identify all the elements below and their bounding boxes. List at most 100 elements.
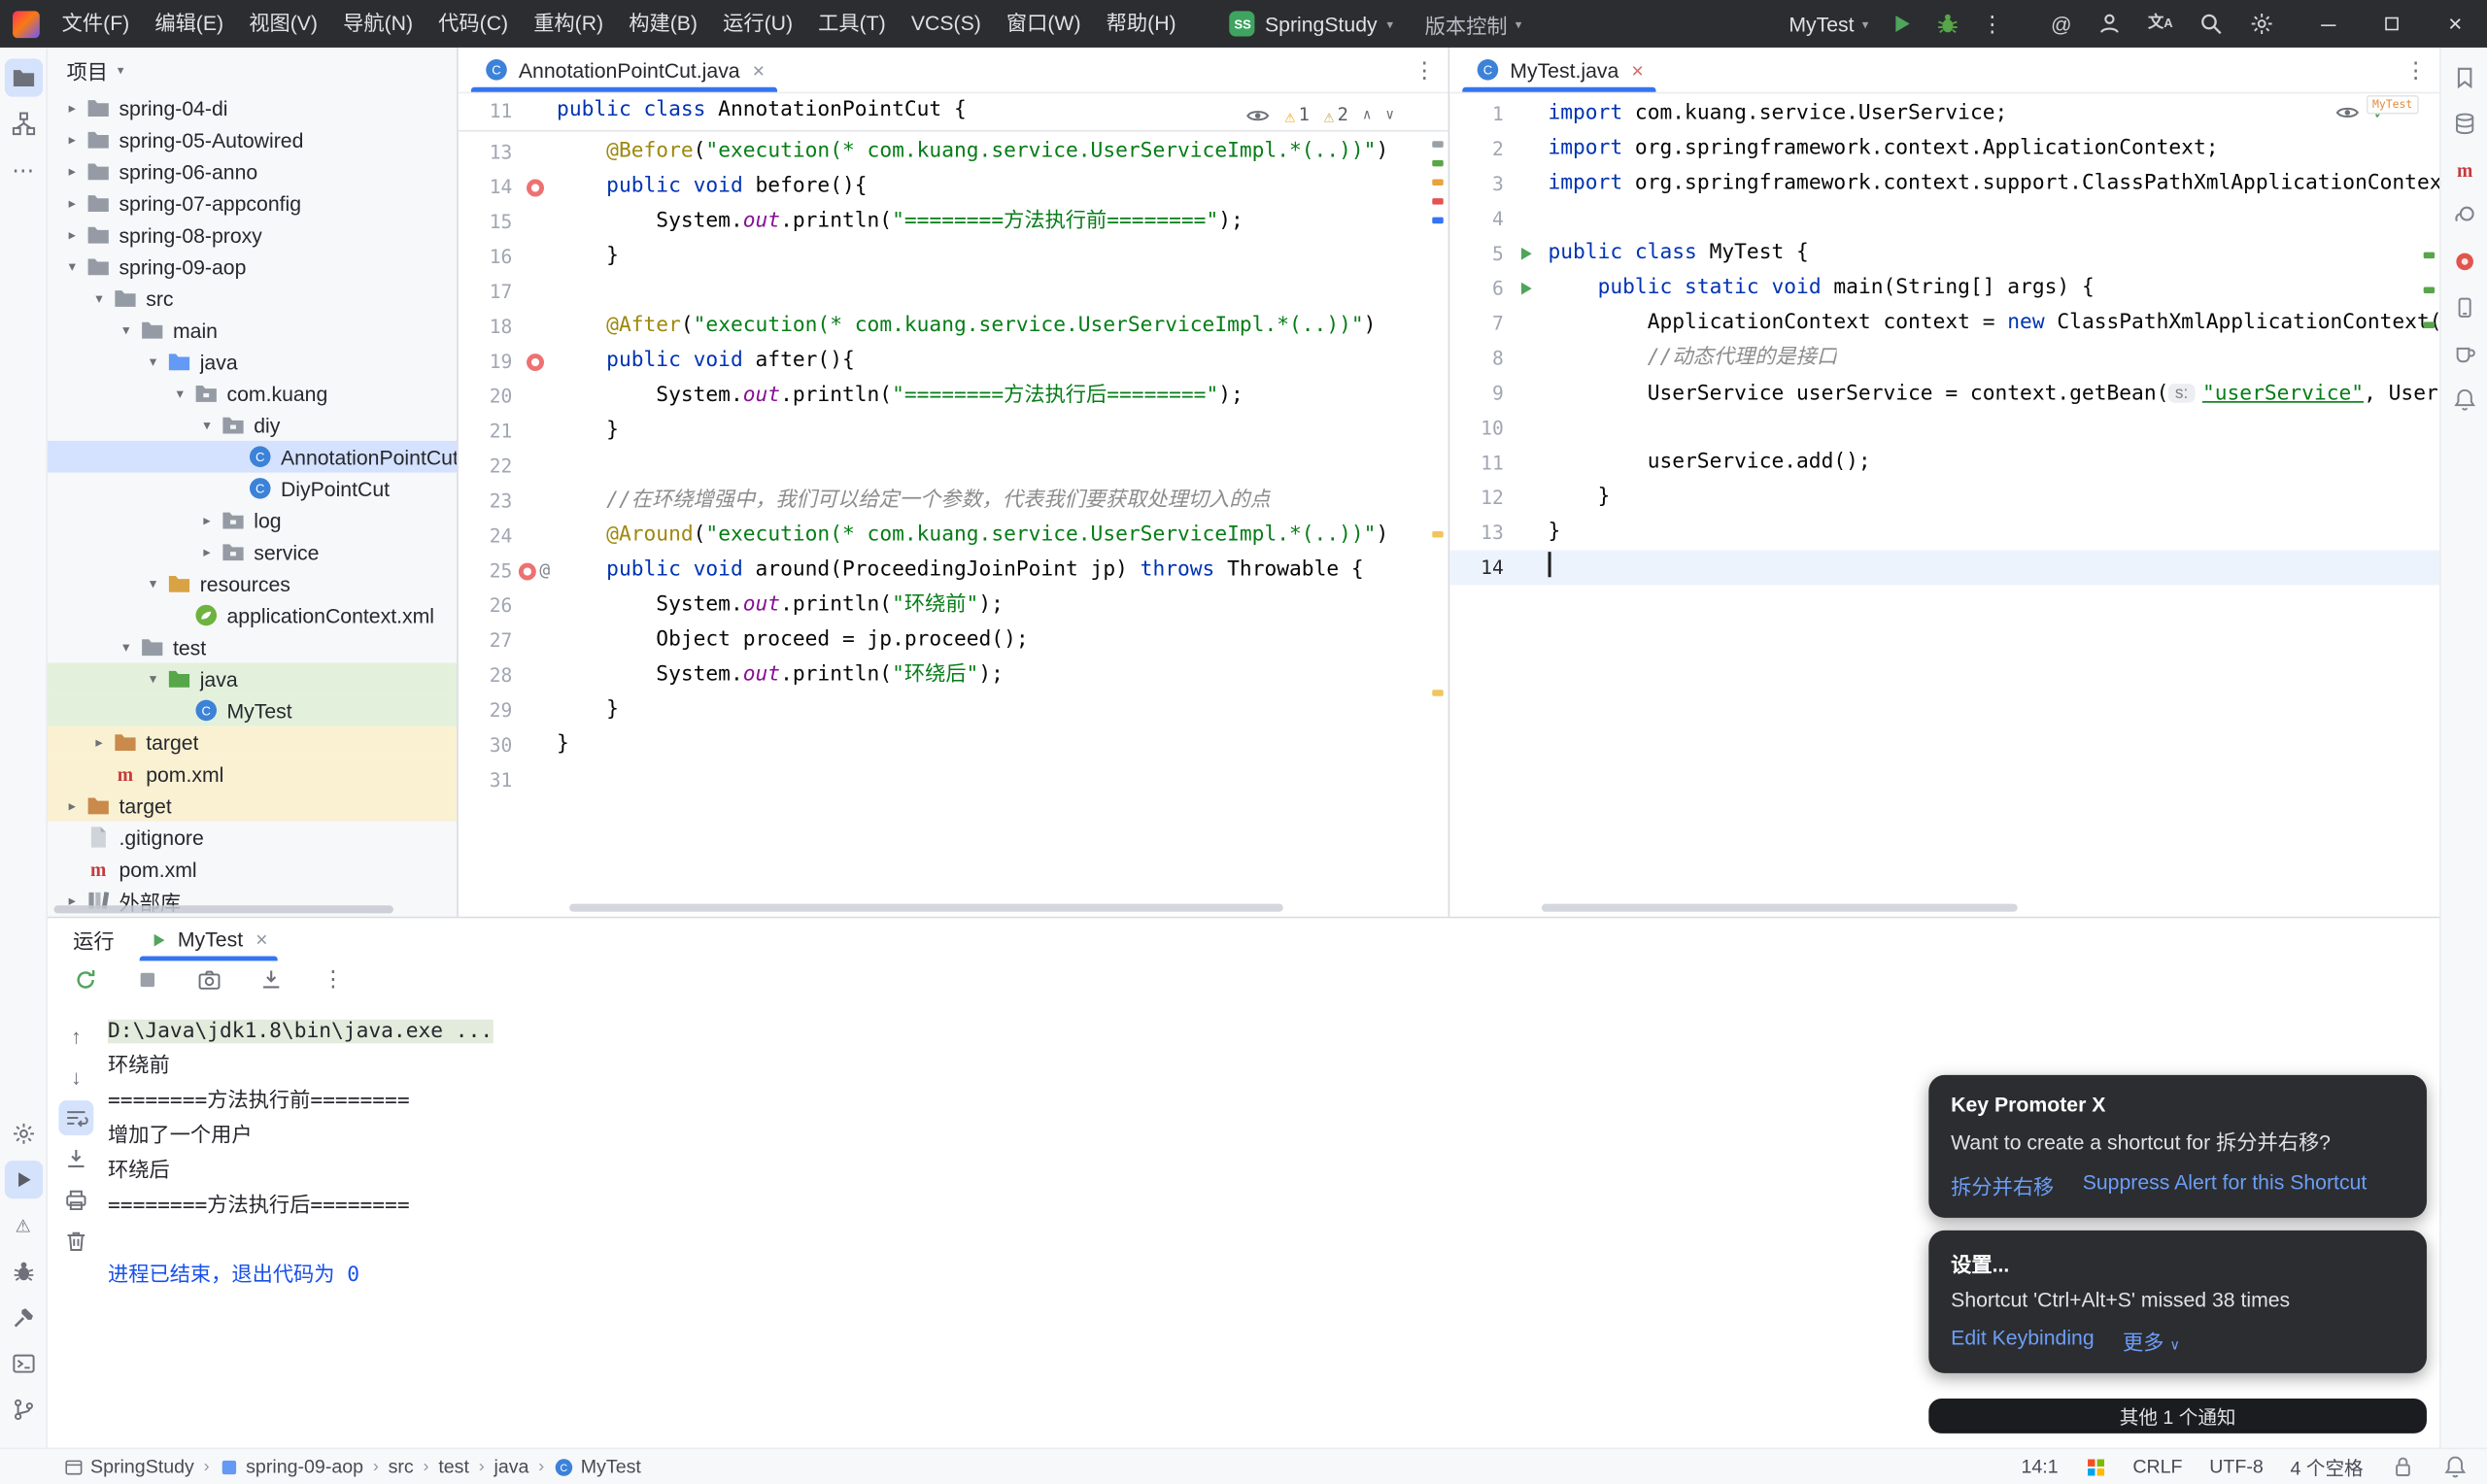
line-number[interactable]: 23 [459,484,513,519]
code-line[interactable]: 9 UserService userService = context.getB… [1449,376,2439,411]
close-button[interactable]: × [2424,0,2487,48]
tree-item[interactable]: applicationContext.xml [48,599,457,631]
line-number[interactable]: 5 [1449,236,1504,271]
code-line[interactable]: 16 } [459,240,1448,275]
debug-icon[interactable] [4,1253,42,1291]
line-number[interactable]: 6 [1449,271,1504,306]
tree-item[interactable]: ▾ java [48,346,457,378]
tab-mytest-java[interactable]: C MyTest.java × [1459,48,1659,92]
tree-item[interactable]: C MyTest [47,694,458,726]
run-line-icon[interactable] [1516,244,1536,263]
scroll-error-stripe[interactable] [2420,93,2437,916]
tree-item[interactable]: C DiyPointCut [48,473,457,505]
tree-item[interactable]: ▾ resources [48,567,457,599]
line-number[interactable]: 7 [1449,306,1504,341]
notifications-icon[interactable] [2445,381,2483,419]
code-line[interactable]: 3 import org.springframework.context.supp… [1449,166,2439,201]
code-line[interactable]: 23 //在环绕增强中，我们可以给定一个参数，代表我们要获取处理切入的点 [459,484,1448,519]
code-line[interactable]: 14 public void before(){ [459,170,1448,205]
horizontal-scrollbar[interactable] [569,903,1283,912]
notification-link[interactable]: Suppress Alert for this Shortcut [2083,1170,2368,1200]
inspections-widget[interactable]: ⚠ 1 ⚠ 2 ∧ ∨ [1245,98,1394,133]
aop-advice-icon[interactable] [526,178,544,196]
tree-item[interactable]: ▾ test [48,631,457,663]
code-line[interactable]: 6 public static void main(String[] args)… [1449,271,2439,306]
code-area[interactable]: 13 @Before("execution(* com.kuang.servic… [459,132,1448,917]
clear-icon[interactable] [58,1224,93,1259]
tree-item[interactable]: ▸ spring-04-di [48,92,457,124]
aop-advice-icon[interactable] [526,353,544,371]
terminal-icon[interactable] [4,1344,42,1382]
line-number[interactable]: 21 [459,414,513,449]
project-panel-header[interactable]: 项目 ▾ [48,48,457,92]
menu-item[interactable]: VCS(S) [899,0,994,48]
console-line[interactable]: D:\Java\jdk1.8\bin\java.exe ... [105,1015,2439,1050]
line-number[interactable]: 26 [459,589,513,624]
horizontal-scrollbar[interactable] [1541,903,2018,912]
tree-item[interactable]: ▸ spring-05-Autowired [48,123,457,155]
line-number[interactable]: 4 [1449,201,1504,236]
chevron-right-icon[interactable]: ▸ [60,194,84,212]
notification-link[interactable]: 拆分并右移 [1951,1170,2054,1200]
tree-item[interactable]: m pom.xml [47,758,458,791]
line-number[interactable]: 20 [459,379,513,414]
file-encoding[interactable]: UTF-8 [2209,1456,2264,1478]
structure-icon[interactable] [4,105,42,143]
line-number[interactable]: 25 [459,554,513,589]
lock-icon[interactable] [2390,1454,2415,1479]
scroll-error-stripe[interactable] [1429,132,1447,917]
line-number[interactable]: 9 [1449,376,1504,411]
tree-item[interactable]: ▾ spring-09-aop [48,251,457,283]
chevron-down-icon[interactable]: ▾ [195,417,219,434]
aop-annotation-icon[interactable]: @ [539,554,550,589]
maximize-button[interactable] [2360,0,2423,48]
chevron-down-icon[interactable]: ▾ [115,321,138,339]
caret-position[interactable]: 14:1 [2021,1456,2058,1478]
code-line[interactable]: 19 public void after(){ [459,344,1448,379]
menu-item[interactable]: 帮助(H) [1094,0,1189,48]
previous-problem-icon[interactable]: ∧ [1363,98,1372,133]
minimize-button[interactable]: ─ [2297,0,2360,48]
reader-mode-eye-icon[interactable] [1245,103,1271,128]
problems-icon[interactable]: ⚠ [4,1206,42,1244]
line-number[interactable]: 15 [459,205,513,240]
line-number[interactable]: 27 [459,624,513,658]
code-line[interactable]: 4 [1449,201,2439,236]
project-icon[interactable] [4,58,43,97]
search-icon[interactable] [2198,11,2224,36]
line-number[interactable]: 24 [459,519,513,554]
warning-badge[interactable]: ⚠ 1 [1284,106,1309,125]
more-v-icon[interactable]: ⋮ [314,961,352,998]
chevron-down-icon[interactable]: ▾ [168,385,191,402]
line-number[interactable]: 31 [459,762,513,797]
line-number[interactable]: 29 [459,692,513,727]
tree-item[interactable]: ▾ java [47,662,458,695]
menu-item[interactable]: 文件(F) [50,0,143,48]
close-icon[interactable]: × [256,928,267,951]
import-icon[interactable] [253,961,290,998]
code-line[interactable]: 18 @After("execution(* com.kuang.service… [459,309,1448,344]
code-line[interactable]: 15 System.out.println("========方法执行前====… [459,205,1448,240]
menu-item[interactable]: 构建(B) [616,0,710,48]
breadcrumb-item[interactable]: C MyTest [554,1456,641,1478]
line-number[interactable]: 8 [1449,341,1504,376]
run-config-selector[interactable]: MyTest ▾ [1789,12,1868,35]
tree-item[interactable]: ▸ spring-07-appconfig [48,187,457,219]
chevron-right-icon[interactable]: ▸ [87,733,111,751]
settings-icon[interactable] [2249,11,2274,36]
line-number[interactable]: 19 [459,344,513,379]
gradle-icon[interactable] [2445,196,2483,234]
maven-icon[interactable]: m [2445,151,2483,188]
vcs-widget[interactable]: 版本控制 ▾ [1425,9,1522,39]
chevron-down-icon[interactable]: ▾ [141,353,164,370]
menu-item[interactable]: 代码(C) [426,0,521,48]
tree-item[interactable]: ▸ service [48,536,457,568]
line-number[interactable]: 11 [459,93,513,128]
line-number[interactable]: 14 [1449,551,1504,586]
breadcrumb-item[interactable]: SpringStudy [63,1456,194,1478]
tree-item[interactable]: .gitignore [48,822,457,854]
close-icon[interactable]: × [753,58,765,82]
stop-icon[interactable] [128,961,166,998]
tree-item[interactable]: ▾ main [48,314,457,346]
line-number[interactable]: 14 [459,170,513,205]
